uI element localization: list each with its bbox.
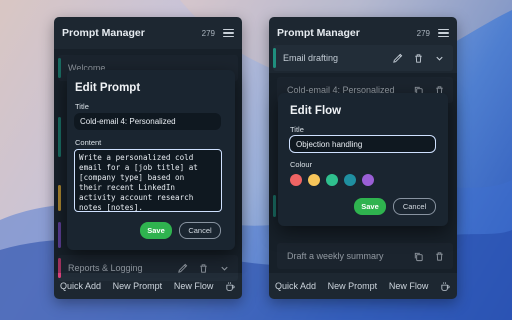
cancel-button[interactable]: Cancel xyxy=(179,222,221,239)
save-button[interactable]: Save xyxy=(354,198,386,215)
content-textarea[interactable]: Write a personalized cold email for a [j… xyxy=(74,149,222,212)
save-button[interactable]: Save xyxy=(140,222,172,239)
colour-swatch-purple[interactable] xyxy=(362,174,374,186)
edit-prompt-dialog: Edit Prompt Title Cold-email 4: Personal… xyxy=(67,70,235,250)
coffee-cup-icon[interactable] xyxy=(225,281,236,292)
new-flow-button[interactable]: New Flow xyxy=(174,281,214,291)
panel-footer: Quick Add New Prompt New Flow xyxy=(269,273,457,299)
colour-swatch-yellow[interactable] xyxy=(308,174,320,186)
list-item-label: Email drafting xyxy=(283,53,339,63)
content-label: Content xyxy=(75,138,102,147)
chevron-down-icon[interactable] xyxy=(434,53,445,64)
cancel-button[interactable]: Cancel xyxy=(393,198,436,215)
colour-swatch-teal[interactable] xyxy=(344,174,356,186)
title-label: Title xyxy=(290,125,304,134)
colour-swatch-red[interactable] xyxy=(290,174,302,186)
panel-header: Prompt Manager 279 xyxy=(54,17,242,49)
item-color-bar xyxy=(273,48,276,68)
prompt-count: 279 xyxy=(416,28,430,38)
coffee-cup-icon[interactable] xyxy=(440,281,451,292)
title-label: Title xyxy=(75,102,89,111)
trash-icon[interactable] xyxy=(413,53,424,64)
hamburger-menu-icon[interactable] xyxy=(223,29,234,37)
prompt-count: 279 xyxy=(201,28,215,38)
panel-footer: Quick Add New Prompt New Flow xyxy=(54,273,242,299)
edit-pencil-icon[interactable] xyxy=(392,53,403,64)
quick-add-button[interactable]: Quick Add xyxy=(275,281,316,291)
new-prompt-button[interactable]: New Prompt xyxy=(328,281,378,291)
dialog-title: Edit Prompt xyxy=(75,82,141,94)
quick-add-button[interactable]: Quick Add xyxy=(60,281,101,291)
new-prompt-button[interactable]: New Prompt xyxy=(113,281,163,291)
colour-swatch-green[interactable] xyxy=(326,174,338,186)
new-flow-button[interactable]: New Flow xyxy=(389,281,429,291)
edit-flow-dialog: Edit Flow Title Objection handling Colou… xyxy=(278,93,448,226)
list-item[interactable]: Email drafting xyxy=(273,45,453,71)
title-input[interactable]: Cold-email 4: Personalized xyxy=(74,113,221,130)
hamburger-menu-icon[interactable] xyxy=(438,29,449,37)
title-input[interactable]: Objection handling xyxy=(289,135,436,153)
colour-label: Colour xyxy=(290,160,313,169)
app-title: Prompt Manager xyxy=(62,27,145,39)
app-title: Prompt Manager xyxy=(277,27,360,39)
dialog-title: Edit Flow xyxy=(290,105,342,117)
